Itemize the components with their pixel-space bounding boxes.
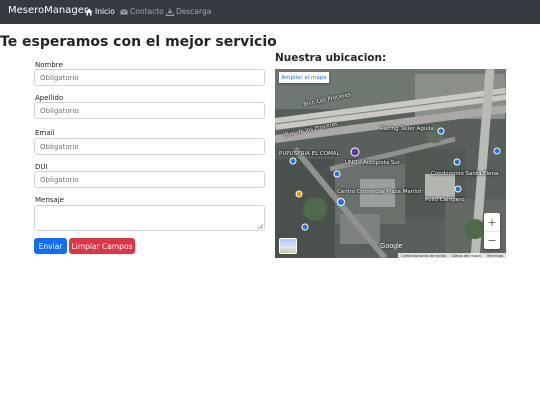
dui-label: DUI — [35, 163, 48, 171]
map-place-label: PUPUSERIA EL COMAL — [279, 151, 340, 157]
attribution-link[interactable]: Términos — [487, 254, 503, 258]
page-title: Te esperamos con el mejor servicio — [0, 34, 277, 50]
map-place-label: UNO - Autopista Sur — [345, 160, 401, 166]
attribution-link[interactable]: Datos del mapa — [452, 254, 480, 258]
nav-link-contacto[interactable]: Contacto — [120, 7, 164, 16]
attribution-link[interactable]: Combinaciones de teclas — [401, 254, 446, 258]
map-embed[interactable]: Ampliar el mapa Blvr. Los Proceres Blvr.… — [275, 69, 506, 258]
nav-link-label: Inicio — [95, 7, 115, 16]
zoom-control: + − — [484, 213, 500, 249]
mensaje-textarea[interactable] — [34, 205, 265, 231]
download-icon — [166, 8, 174, 16]
envelope-icon — [120, 8, 128, 14]
google-logo: Google — [380, 243, 403, 250]
map-place-label: Pollo Campero — [425, 197, 465, 203]
submit-button[interactable]: Enviar — [34, 238, 67, 254]
expand-map-button[interactable]: Ampliar el mapa — [279, 72, 329, 83]
nav-link-label: Descarga — [176, 7, 212, 16]
dui-input[interactable] — [34, 171, 265, 188]
email-input[interactable] — [34, 138, 265, 155]
nombre-input[interactable] — [34, 69, 265, 86]
navbar: MeseroManager Inicio Contacto Descarga — [0, 0, 540, 24]
map-place-label: Condominio Santa Elena — [431, 171, 499, 177]
nav-link-descarga[interactable]: Descarga — [166, 7, 211, 16]
map-title: Nuestra ubicacion: — [275, 52, 387, 64]
resize-grip-icon[interactable] — [258, 224, 263, 229]
nombre-label: Nombre — [35, 61, 63, 69]
home-icon — [85, 8, 93, 15]
map-place-label: Racing Taller Aguila — [380, 126, 434, 132]
zoom-out-icon[interactable]: − — [484, 231, 500, 249]
navbar-brand[interactable]: MeseroManager — [8, 5, 88, 16]
apellido-input[interactable] — [34, 102, 265, 119]
apellido-label: Apellido — [35, 94, 64, 102]
nav-link-label: Contacto — [130, 7, 164, 16]
mensaje-label: Mensaje — [35, 196, 64, 204]
clear-button[interactable]: Limpiar Campos — [69, 238, 135, 254]
map-place-label: Centro Comercial Plaza Merliot — [337, 189, 422, 195]
zoom-in-icon[interactable]: + — [484, 213, 500, 231]
email-label: Email — [35, 129, 55, 137]
map-layers-thumbnail[interactable] — [279, 238, 297, 254]
nav-link-inicio[interactable]: Inicio — [85, 7, 115, 16]
map-attribution: Combinaciones de teclas Datos del mapa T… — [398, 253, 506, 258]
